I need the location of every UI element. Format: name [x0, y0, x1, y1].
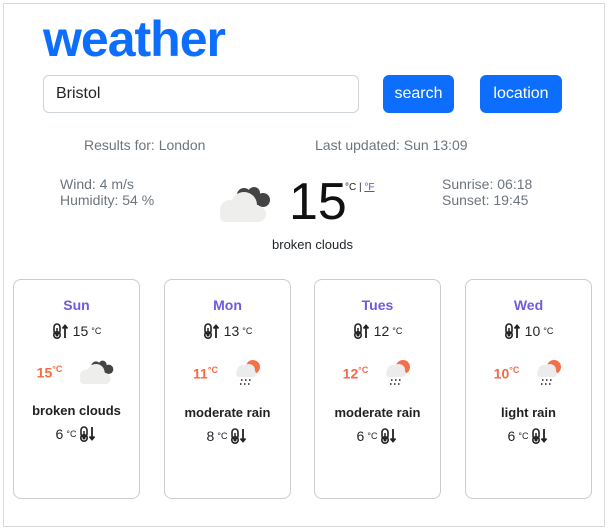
current-value: 11 [193, 365, 208, 382]
unit: °C [358, 364, 369, 375]
current-value: 12 [342, 365, 359, 382]
thermometer-up-icon [203, 323, 219, 339]
broken-clouds-icon [220, 187, 270, 222]
unit: °C [367, 431, 378, 441]
unit-toggle: °C | °F [345, 182, 375, 193]
unit: °C [543, 326, 554, 336]
forecast-day: Tues [361, 297, 394, 313]
forecast-current: 15°C [14, 358, 139, 386]
forecast-description: broken clouds [32, 403, 121, 418]
unit-fahrenheit-link[interactable]: °F [364, 182, 374, 193]
search-button[interactable]: search [383, 75, 454, 113]
forecast-low: 6 °C [466, 428, 591, 444]
humidity: Humidity: 54 % [60, 192, 155, 208]
forecast-card: Sun 15 °C 15°C broken clouds 6 °C [13, 279, 140, 499]
unit: °C [392, 326, 403, 336]
low-value: 6 [55, 426, 64, 442]
low-value: 8 [206, 428, 215, 444]
current-temperature: 15 [289, 173, 347, 231]
low-value: 6 [507, 428, 516, 444]
unit: °C [217, 431, 228, 441]
forecast-high: 15 °C [14, 323, 139, 339]
current-value: 10 [493, 365, 510, 382]
forecast-description: moderate rain [334, 405, 421, 420]
thermometer-up-icon [52, 323, 68, 339]
forecast-low: 6 °C [315, 428, 440, 444]
location-button[interactable]: location [480, 75, 562, 113]
rain-icon [386, 360, 411, 385]
high-value: 12 [373, 323, 390, 339]
wind: Wind: 4 m/s [60, 176, 134, 192]
results-for: Results for: London [84, 137, 206, 153]
high-value: 13 [223, 323, 240, 339]
rain-icon [235, 360, 260, 385]
forecast-high: 13 °C [165, 323, 290, 339]
city-search-input[interactable] [43, 75, 359, 113]
sunset: Sunset: 19:45 [442, 192, 529, 208]
forecast-high: 12 °C [315, 323, 440, 339]
forecast-card: Mon 13 °C 11°C moderate rain 8 °C [164, 279, 291, 499]
unit: °C [66, 429, 77, 439]
current-value: 15 [36, 364, 53, 381]
thermometer-up-icon [504, 323, 520, 339]
unit: °C [207, 364, 218, 375]
unit-celsius[interactable]: °C [345, 182, 356, 193]
high-value: 10 [524, 323, 541, 339]
unit: °C [509, 364, 520, 375]
forecast-card: Wed 10 °C 10°C light rain 6 °C [465, 279, 592, 499]
forecast-high: 10 °C [466, 323, 591, 339]
thermometer-down-icon [80, 426, 96, 442]
low-value: 6 [356, 428, 365, 444]
forecast-description: light rain [501, 405, 556, 420]
thermometer-down-icon [381, 428, 397, 444]
unit: °C [91, 326, 102, 336]
forecast-low: 6 °C [14, 426, 139, 442]
forecast-current: 11°C [165, 358, 290, 388]
unit: °C [52, 363, 63, 374]
last-updated: Last updated: Sun 13:09 [315, 137, 468, 153]
sunrise: Sunrise: 06:18 [442, 176, 533, 192]
thermometer-down-icon [231, 428, 247, 444]
unit: °C [518, 431, 529, 441]
current-description: broken clouds [272, 237, 353, 252]
forecast-description: moderate rain [184, 405, 271, 420]
forecast-current: 12°C [315, 358, 440, 388]
rain-icon [537, 360, 562, 385]
thermometer-up-icon [353, 323, 369, 339]
thermometer-down-icon [532, 428, 548, 444]
unit: °C [242, 326, 253, 336]
forecast-card: Tues 12 °C 12°C moderate rain 6 °C [314, 279, 441, 499]
app-title: weather [43, 11, 226, 67]
forecast-day: Wed [513, 297, 544, 313]
broken-clouds-icon [80, 360, 114, 384]
forecast-day: Sun [63, 297, 90, 313]
high-value: 15 [72, 323, 89, 339]
forecast-low: 8 °C [165, 428, 290, 444]
forecast-day: Mon [213, 297, 242, 313]
forecast-current: 10°C [466, 358, 591, 388]
